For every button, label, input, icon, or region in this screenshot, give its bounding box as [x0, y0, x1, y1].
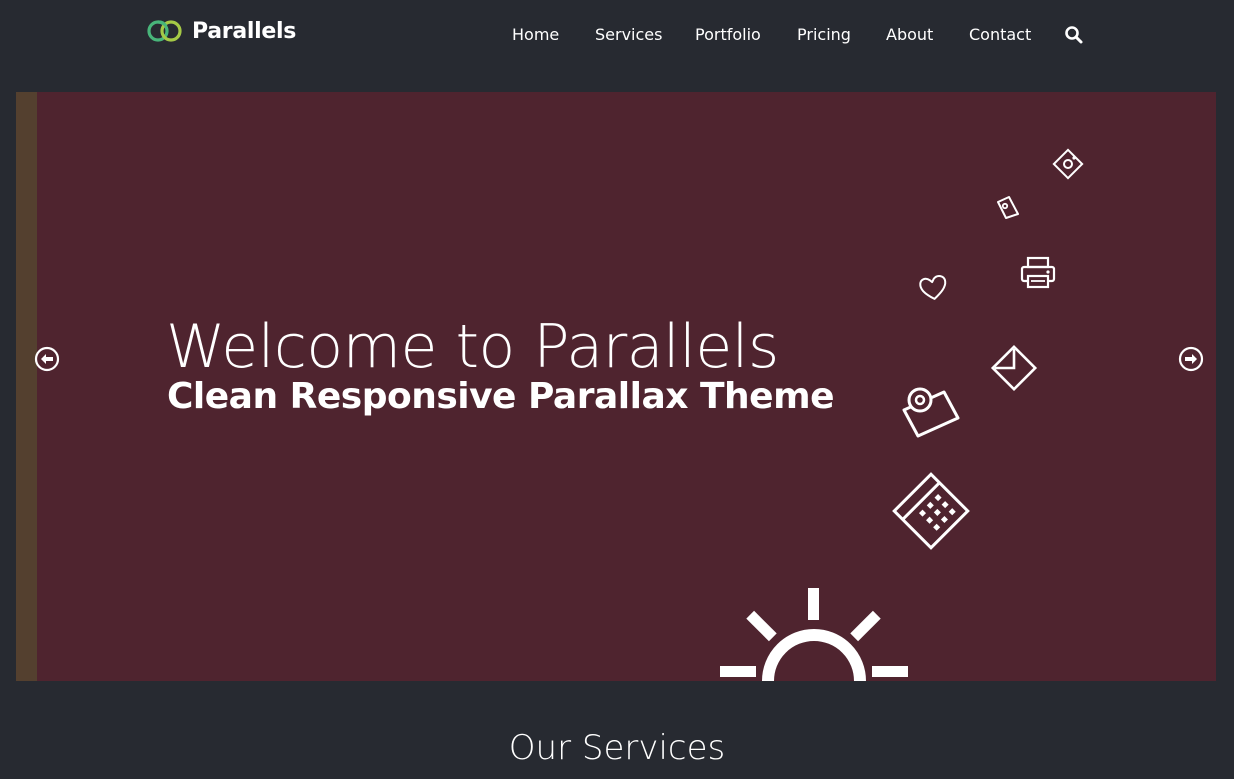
sun-icon — [720, 588, 908, 681]
nav-item-portfolio[interactable]: Portfolio — [695, 22, 761, 48]
nav-item-about[interactable]: About — [886, 22, 933, 48]
previous-slide-edge — [16, 92, 37, 681]
services-section-title: Our Services — [508, 728, 726, 768]
arrow-right-circle-icon[interactable] — [1178, 346, 1204, 372]
nav-item-contact[interactable]: Contact — [969, 22, 1031, 48]
printer-icon — [1020, 256, 1056, 289]
cd-icon — [1052, 148, 1084, 180]
calculator-icon — [892, 472, 970, 550]
hero-title: Welcome to Parallels — [166, 312, 779, 382]
nav-item-services[interactable]: Services — [595, 22, 662, 48]
site-header: Parallels Home Services Portfolio Pricin… — [0, 0, 1234, 70]
heart-icon — [919, 275, 947, 300]
tag-icon — [997, 196, 1019, 219]
camera-icon — [902, 387, 960, 438]
envelope-icon — [990, 344, 1038, 392]
hero-slider: Welcome to Parallels Clean Responsive Pa… — [16, 92, 1216, 681]
nav-item-home[interactable]: Home — [512, 22, 559, 48]
nav-item-pricing[interactable]: Pricing — [797, 22, 851, 48]
search-icon[interactable] — [1063, 24, 1085, 46]
hero-subtitle: Clean Responsive Parallax Theme — [167, 376, 835, 417]
main-nav: Home Services Portfolio Pricing About Co… — [0, 22, 1234, 48]
arrow-left-circle-icon[interactable] — [34, 346, 60, 372]
